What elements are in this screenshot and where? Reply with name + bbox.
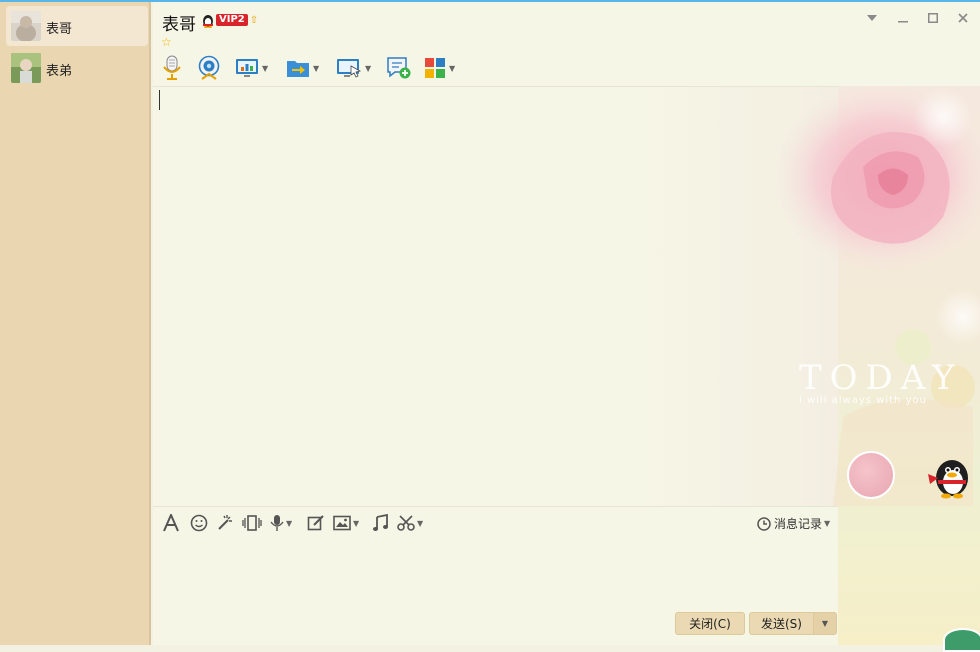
wallpaper-today-text: TODAY bbox=[799, 358, 963, 398]
folder-transfer-icon bbox=[287, 61, 309, 77]
screen-share-button[interactable]: ▼ bbox=[235, 54, 268, 82]
star-icon[interactable]: ☆ bbox=[161, 35, 172, 49]
corner-badge-icon[interactable] bbox=[943, 628, 980, 652]
text-cursor bbox=[159, 90, 160, 110]
rose-illustration bbox=[773, 87, 980, 506]
voice-call-button[interactable] bbox=[161, 54, 183, 82]
video-call-button[interactable] bbox=[197, 54, 221, 82]
webcam-icon bbox=[198, 55, 220, 80]
rose-wallpaper bbox=[713, 87, 980, 506]
wallpaper-subtext: i will always with you bbox=[799, 395, 927, 406]
screenshot-button[interactable]: ▼ bbox=[397, 513, 423, 533]
send-file-button[interactable]: ▼ bbox=[286, 54, 319, 82]
font-button[interactable] bbox=[162, 513, 180, 533]
music-note-icon bbox=[373, 514, 388, 531]
contact-sidebar: 表哥 表弟 bbox=[0, 2, 151, 645]
remote-assist-button[interactable]: ▼ bbox=[336, 54, 371, 82]
send-button[interactable]: 发送(S) bbox=[749, 612, 814, 635]
doodle-button[interactable] bbox=[307, 513, 325, 533]
message-history-button[interactable]: 消息记录 ▼ bbox=[757, 515, 830, 532]
voice-message-button[interactable]: ▼ bbox=[270, 513, 292, 533]
contact-item-biaodi[interactable]: 表弟 bbox=[6, 48, 148, 88]
chevron-down-icon[interactable]: ▼ bbox=[353, 519, 359, 528]
vip-badge[interactable]: VIP2 ⇧ bbox=[201, 11, 258, 29]
shake-icon bbox=[242, 515, 262, 531]
qq-penguin-mascot-icon[interactable] bbox=[926, 454, 972, 500]
smiley-icon bbox=[190, 514, 208, 532]
emoji-button[interactable] bbox=[190, 513, 208, 533]
image-icon bbox=[333, 515, 351, 531]
remote-desktop-icon bbox=[337, 59, 362, 78]
chevron-down-icon[interactable]: ▼ bbox=[417, 519, 423, 528]
chat-title: 表哥 bbox=[162, 15, 196, 35]
qq-penguin-icon bbox=[203, 15, 213, 28]
input-toolbar: ▼ ▼ ▼ 消息记录 ▼ bbox=[153, 506, 838, 539]
chat-header: 表哥 VIP2 ⇧ ☆ ▼ ▼ ▼ ▼ bbox=[153, 2, 980, 86]
chevron-down-icon[interactable]: ▼ bbox=[262, 64, 268, 73]
microphone-icon bbox=[270, 515, 284, 531]
chevron-down-icon[interactable]: ▼ bbox=[824, 519, 830, 528]
level-up-icon: ⇧ bbox=[249, 14, 259, 26]
apps-button[interactable]: ▼ bbox=[424, 54, 455, 82]
microphone-icon bbox=[163, 55, 181, 80]
send-options-dropdown[interactable]: ▼ bbox=[813, 612, 837, 635]
vip-level-tag: VIP2 bbox=[216, 14, 248, 26]
chevron-down-icon[interactable]: ▼ bbox=[313, 64, 319, 73]
scissors-icon bbox=[397, 515, 415, 531]
maximize-icon[interactable] bbox=[925, 10, 941, 26]
font-icon bbox=[163, 514, 179, 532]
chat-toolbar: ▼ ▼ ▼ ▼ bbox=[161, 54, 581, 84]
magic-effects-button[interactable] bbox=[216, 513, 234, 533]
chat-window: 表哥 VIP2 ⇧ ☆ ▼ ▼ ▼ ▼ TODAY i will always … bbox=[153, 2, 980, 652]
music-button[interactable] bbox=[372, 513, 388, 533]
create-discussion-button[interactable] bbox=[386, 54, 412, 82]
edit-icon bbox=[307, 515, 324, 531]
message-history-label: 消息记录 bbox=[774, 517, 823, 531]
shake-window-button[interactable] bbox=[242, 513, 262, 533]
message-input[interactable] bbox=[153, 539, 838, 609]
chevron-down-icon[interactable]: ▼ bbox=[365, 64, 371, 73]
close-button[interactable]: 关闭(C) bbox=[675, 612, 745, 635]
contact-name: 表哥 bbox=[46, 22, 73, 37]
add-chat-icon bbox=[387, 57, 411, 79]
apps-grid-icon bbox=[425, 58, 445, 78]
contact-avatar bbox=[11, 53, 41, 83]
skin-dropdown-icon[interactable] bbox=[864, 10, 880, 26]
contact-item-biaoge[interactable]: 表哥 bbox=[6, 6, 148, 46]
minimize-icon[interactable] bbox=[895, 10, 911, 26]
chevron-down-icon: ▼ bbox=[821, 619, 829, 628]
contact-show-avatar[interactable] bbox=[847, 451, 895, 499]
monitor-chart-icon bbox=[236, 59, 258, 77]
magic-wand-icon bbox=[218, 515, 232, 530]
send-image-button[interactable]: ▼ bbox=[333, 513, 359, 533]
contact-name: 表弟 bbox=[46, 64, 73, 79]
contact-avatar bbox=[11, 11, 41, 41]
clock-icon bbox=[757, 516, 771, 531]
close-icon[interactable] bbox=[955, 10, 971, 26]
chevron-down-icon[interactable]: ▼ bbox=[286, 519, 292, 528]
chevron-down-icon[interactable]: ▼ bbox=[449, 64, 455, 73]
